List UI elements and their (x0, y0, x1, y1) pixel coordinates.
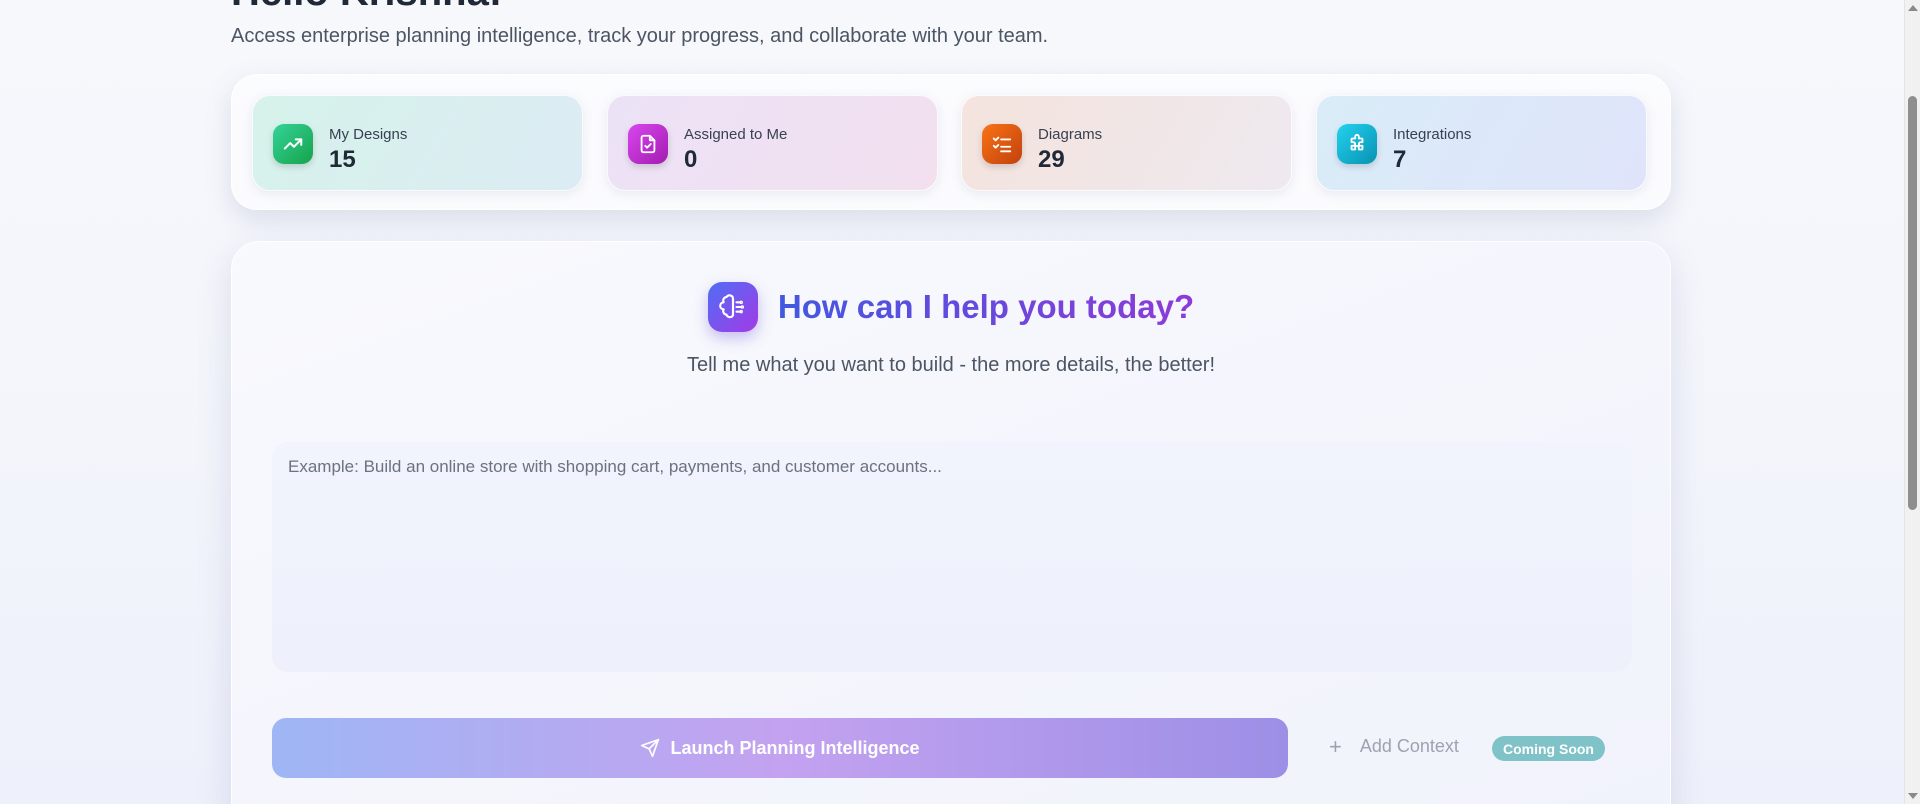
launch-planning-button[interactable]: Launch Planning Intelligence (272, 718, 1288, 778)
trending-up-icon (273, 124, 313, 164)
list-checks-icon (982, 124, 1022, 164)
page-subtitle: Access enterprise planning intelligence,… (231, 25, 1049, 47)
stat-card-integrations[interactable]: Integrations 7 (1316, 95, 1647, 191)
scroll-up-icon[interactable] (1908, 5, 1918, 11)
send-icon (640, 738, 660, 758)
stats-panel: My Designs 15 Assigned to Me 0 Diagrams … (231, 74, 1671, 210)
page-scrollbar[interactable] (1904, 0, 1920, 804)
assistant-subtitle: Tell me what you want to build - the mor… (686, 354, 1216, 376)
add-context-label: Add Context (1359, 736, 1459, 756)
assistant-title: How can I help you today? (777, 288, 1195, 325)
stat-value: 0 (684, 146, 698, 173)
page-greeting: Hello Krishna! (231, 0, 502, 15)
plus-icon: + (1329, 733, 1342, 759)
prompt-input[interactable] (272, 442, 1632, 672)
brain-icon (707, 282, 758, 332)
stat-value: 29 (1038, 146, 1065, 173)
scroll-down-icon[interactable] (1908, 793, 1918, 799)
stat-value: 15 (329, 146, 356, 173)
stat-label: Assigned to Me (684, 126, 788, 143)
assistant-heading: How can I help you today? (232, 282, 1670, 332)
puzzle-icon (1337, 124, 1377, 164)
stat-card-my-designs[interactable]: My Designs 15 (252, 95, 583, 191)
stat-label: Diagrams (1038, 126, 1103, 143)
assistant-card: How can I help you today? Tell me what y… (231, 241, 1671, 804)
stat-label: Integrations (1393, 126, 1472, 143)
file-check-icon (628, 124, 668, 164)
stat-value: 7 (1393, 146, 1407, 173)
stat-label: My Designs (329, 126, 408, 143)
scrollbar-thumb[interactable] (1908, 96, 1917, 510)
coming-soon-badge: Coming Soon (1492, 736, 1605, 761)
stat-card-diagrams[interactable]: Diagrams 29 (961, 95, 1292, 191)
add-context-button[interactable]: + Add Context (1329, 733, 1459, 759)
stat-card-assigned-to-me[interactable]: Assigned to Me 0 (607, 95, 938, 191)
launch-button-label: Launch Planning Intelligence (670, 737, 920, 758)
